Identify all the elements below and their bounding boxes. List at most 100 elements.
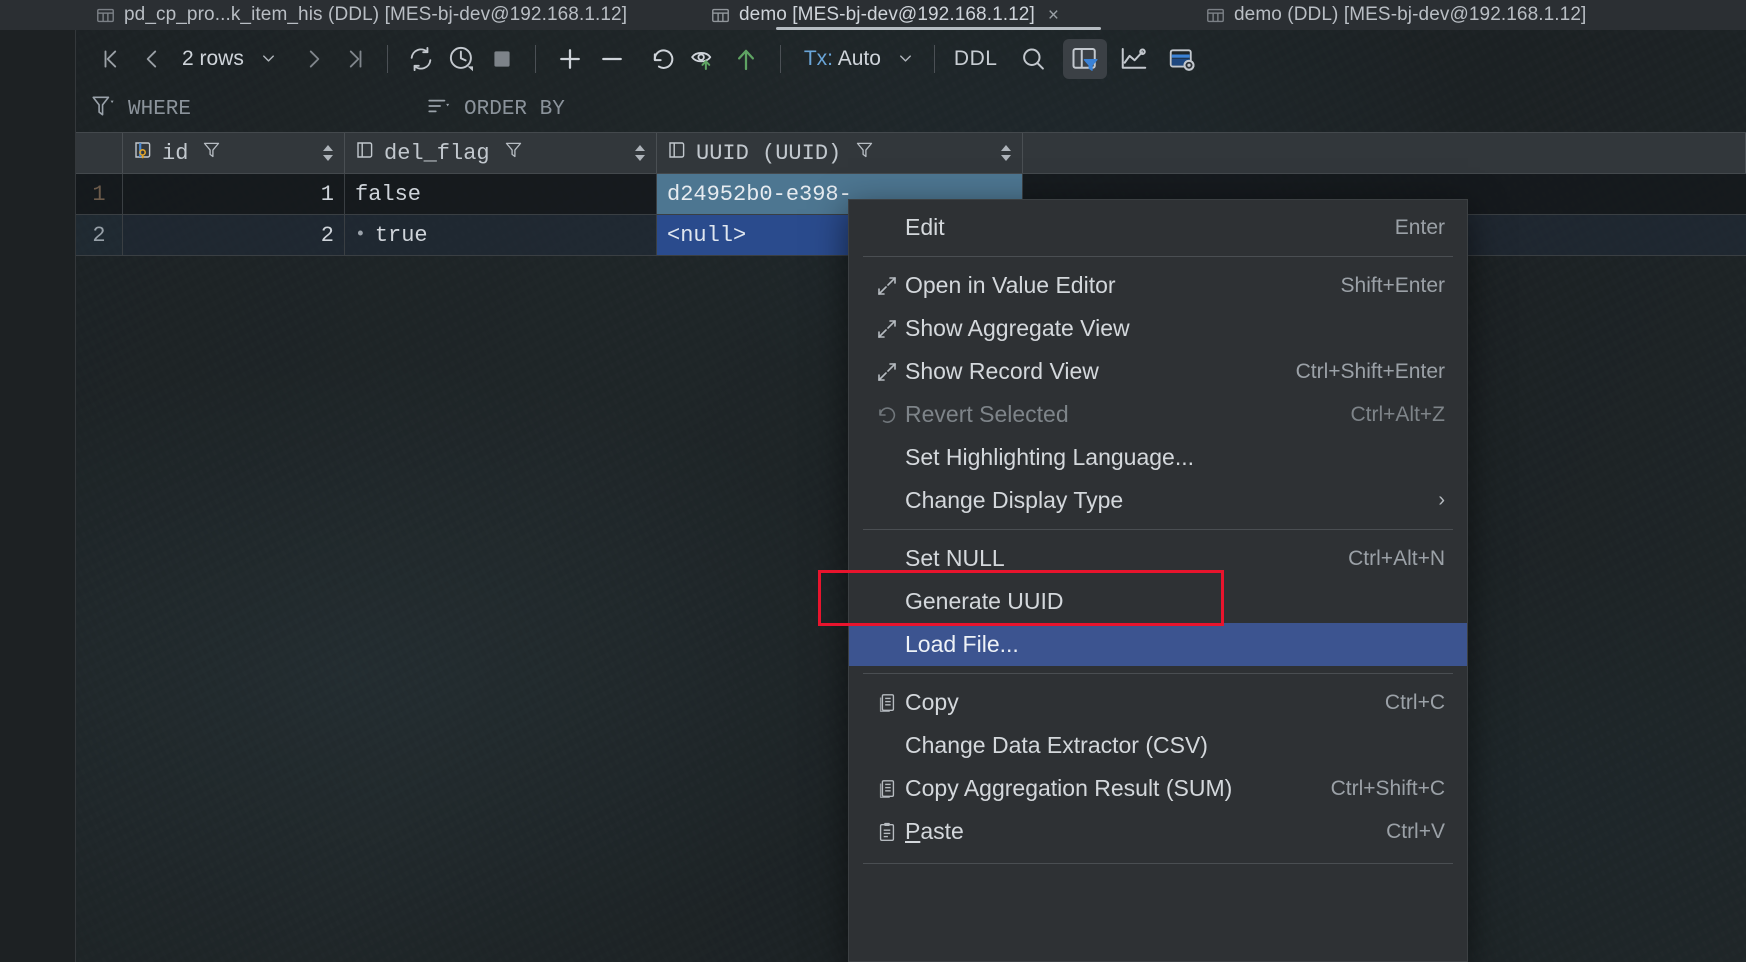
column-filter-icon[interactable] — [201, 139, 222, 167]
close-icon[interactable]: × — [1044, 6, 1059, 25]
table-icon — [711, 6, 730, 25]
tab-demo[interactable]: demo [MES-bj-dev@192.168.1.12] × — [701, 0, 1070, 30]
table-icon — [1206, 6, 1225, 25]
paste-mnemonic: P — [905, 818, 921, 844]
first-page-button[interactable] — [92, 39, 132, 79]
chart-view-button[interactable] — [1113, 39, 1155, 79]
add-row-button[interactable] — [549, 39, 591, 79]
row-number[interactable]: 1 — [76, 174, 123, 215]
chevron-down-icon — [262, 55, 274, 62]
toggle-filter-panel-button[interactable] — [1063, 38, 1108, 79]
previous-page-button[interactable] — [132, 39, 172, 79]
grid-header-row: id del_flag UUID (UUID) — [76, 132, 1746, 174]
menu-item-copy-aggregation-result[interactable]: Copy Aggregation Result (SUM) Ctrl+Shift… — [849, 767, 1467, 810]
sort-dropdown-icon[interactable] — [426, 93, 452, 126]
tx-value: Auto — [837, 46, 881, 70]
grid-header-id[interactable]: id — [123, 133, 345, 173]
grid-header-del-flag-label: del_flag — [384, 140, 490, 166]
row-count-dropdown[interactable]: 2 rows — [172, 39, 284, 79]
sort-toggle-del-flag[interactable] — [632, 144, 648, 162]
cell-del-flag[interactable]: • true — [345, 215, 657, 256]
menu-item-label: Show Record View — [905, 358, 1099, 384]
toolbar-separator — [534, 44, 536, 73]
revert-changes-button[interactable] — [643, 39, 683, 79]
menu-item-label: Open in Value Editor — [905, 272, 1116, 298]
sort-toggle-id[interactable] — [320, 144, 336, 162]
history-button[interactable] — [441, 39, 482, 79]
menu-item-label: Copy Aggregation Result (SUM) — [905, 775, 1233, 801]
menu-item-shortcut: Ctrl+C — [1384, 690, 1445, 714]
transaction-mode-dropdown[interactable]: Tx: Auto — [794, 39, 921, 79]
stop-button[interactable] — [482, 39, 522, 79]
menu-item-show-aggregate-view[interactable]: Show Aggregate View — [849, 307, 1467, 350]
menu-item-label: Generate UUID — [905, 588, 1064, 614]
cell-id[interactable]: 2 — [123, 215, 345, 256]
menu-item-label: Copy — [905, 689, 959, 715]
row-number[interactable]: 2 — [76, 215, 123, 256]
table-icon — [96, 6, 115, 25]
menu-item-shortcut: Ctrl+Shift+C — [1330, 776, 1445, 800]
delete-row-button[interactable] — [591, 39, 633, 79]
copy-icon — [869, 778, 905, 800]
menu-separator — [863, 256, 1453, 257]
menu-item-change-display-type[interactable]: Change Display Type › — [849, 479, 1467, 522]
grid-header-del-flag[interactable]: del_flag — [345, 133, 657, 173]
editor-tab-bar[interactable]: pd_cp_pro...k_item_his (DDL) [MES-bj-dev… — [76, 0, 1746, 30]
column-filter-icon[interactable] — [503, 139, 524, 167]
search-button[interactable] — [1013, 39, 1053, 79]
ddl-button[interactable]: DDL — [948, 39, 1004, 79]
preview-pending-changes-button[interactable] — [683, 39, 725, 79]
menu-item-change-data-extractor[interactable]: Change Data Extractor (CSV) — [849, 724, 1467, 767]
menu-item-open-in-value-editor[interactable]: Open in Value Editor Shift+Enter — [849, 264, 1467, 307]
value-editor-button[interactable] — [1161, 39, 1203, 79]
menu-item-set-highlighting-language[interactable]: Set Highlighting Language... — [849, 436, 1467, 479]
menu-item-label: Load File... — [905, 631, 1019, 657]
order-by-label: ORDER BY — [464, 98, 565, 121]
datagrip-window: pd_cp_pro...k_item_his (DDL) [MES-bj-dev… — [0, 0, 1746, 962]
menu-item-label: Set Highlighting Language... — [905, 444, 1194, 470]
menu-item-label: Paste — [905, 818, 1366, 845]
menu-item-load-file[interactable]: Load File... — [849, 623, 1467, 666]
grid-header-uuid[interactable]: UUID (UUID) — [657, 133, 1023, 173]
cell-context-menu[interactable]: Edit Enter Open in Value Editor Shift+En… — [848, 199, 1468, 962]
menu-item-label: Change Data Extractor (CSV) — [905, 732, 1208, 758]
cell-del-flag[interactable]: false — [345, 174, 657, 215]
menu-item-shortcut: Shift+Enter — [1340, 273, 1445, 297]
tab-pd-cp-pro-ddl[interactable]: pd_cp_pro...k_item_his (DDL) [MES-bj-dev… — [86, 0, 637, 30]
modified-marker: • — [355, 225, 366, 245]
filter-sort-bar: WHERE ORDER BY — [76, 87, 1746, 132]
next-page-button[interactable] — [294, 39, 334, 79]
menu-item-label: Show Aggregate View — [905, 315, 1130, 341]
menu-item-revert-selected: Revert Selected Ctrl+Alt+Z — [849, 393, 1467, 436]
menu-item-copy[interactable]: Copy Ctrl+C — [849, 681, 1467, 724]
left-gutter-tabstrip — [0, 0, 76, 30]
menu-item-show-record-view[interactable]: Show Record View Ctrl+Shift+Enter — [849, 350, 1467, 393]
menu-item-shortcut: Ctrl+Alt+N — [1348, 546, 1445, 570]
reload-button[interactable] — [401, 39, 441, 79]
chevron-right-icon: › — [1438, 489, 1445, 511]
grid-header-id-label: id — [162, 140, 189, 166]
submit-changes-button[interactable] — [725, 39, 767, 79]
menu-item-label: Edit — [905, 214, 945, 240]
transaction-mode-label: Tx: Auto — [800, 47, 885, 71]
filter-dropdown-icon[interactable] — [90, 93, 116, 126]
last-page-button[interactable] — [334, 39, 374, 79]
column-filter-icon[interactable] — [854, 139, 875, 167]
grid-header-uuid-label: UUID (UUID) — [696, 140, 842, 166]
where-filter-field[interactable]: WHERE — [90, 93, 191, 126]
menu-item-set-null[interactable]: Set NULL Ctrl+Alt+N — [849, 537, 1467, 580]
cell-id[interactable]: 1 — [123, 174, 345, 215]
menu-item-shortcut: Ctrl+Alt+Z — [1350, 402, 1445, 426]
ddl-label: DDL — [953, 46, 998, 70]
menu-item-edit[interactable]: Edit Enter — [849, 206, 1467, 249]
paste-label-rest: aste — [920, 818, 964, 844]
menu-item-paste[interactable]: Paste Ctrl+V — [849, 810, 1467, 853]
order-by-field[interactable]: ORDER BY — [426, 93, 565, 126]
sort-toggle-uuid[interactable] — [998, 144, 1014, 162]
menu-separator — [863, 673, 1453, 674]
menu-item-shortcut: Ctrl+V — [1386, 819, 1445, 843]
toolbar-separator — [779, 44, 781, 73]
tab-demo-ddl[interactable]: demo (DDL) [MES-bj-dev@192.168.1.12] — [1196, 0, 1596, 30]
menu-item-shortcut: Enter — [1394, 215, 1445, 239]
menu-item-generate-uuid[interactable]: Generate UUID — [849, 580, 1467, 623]
